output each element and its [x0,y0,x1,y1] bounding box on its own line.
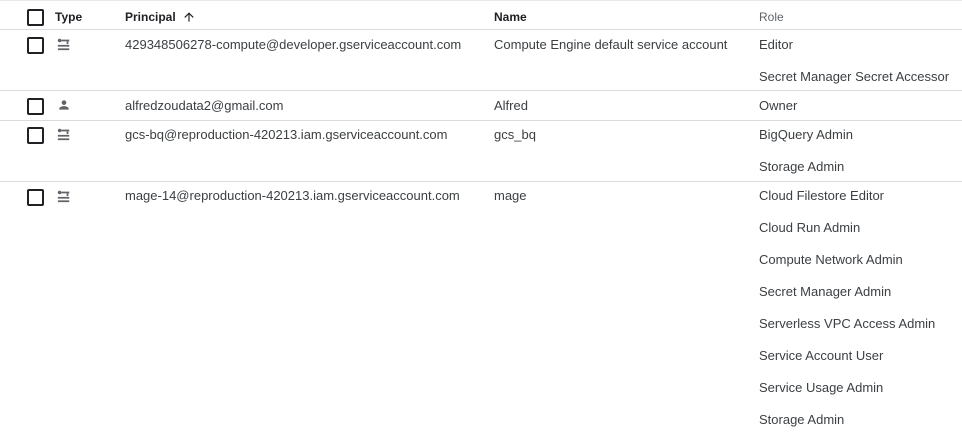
service-account-icon [57,128,70,141]
column-header-principal-label: Principal [125,10,176,24]
principal-email: mage-14@reproduction-420213.iam.gservice… [125,188,460,203]
role-item: Secret Manager Secret Accessor [759,69,950,84]
service-account-icon [57,190,70,203]
principal-name: Alfred [494,98,528,113]
role-item: Cloud Filestore Editor [759,188,884,203]
row-checkbox[interactable] [27,127,44,144]
iam-permissions-table: Type Principal Name Role 429348506278-co… [0,0,962,433]
table-row: alfredzoudata2@gmail.com Alfred Owner [0,91,962,121]
role-item: Service Usage Admin [759,380,884,395]
role-item: Owner [759,98,798,113]
principal-name: gcs_bq [494,127,536,142]
column-header-role: Role [759,10,784,24]
row-checkbox[interactable] [27,37,44,54]
principal-email: alfredzoudata2@gmail.com [125,98,284,113]
role-item: Storage Admin [759,412,845,427]
role-item: Storage Admin [759,159,845,174]
arrow-upward-icon[interactable] [182,10,196,24]
column-header-type[interactable]: Type [55,9,82,25]
role-item: BigQuery Admin [759,127,853,142]
principal-name: mage [494,188,527,203]
column-header-name[interactable]: Name [494,9,527,25]
role-item: Secret Manager Admin [759,284,892,299]
person-icon [59,100,69,110]
column-header-principal[interactable]: Principal [125,9,196,25]
table-row: mage-14@reproduction-420213.iam.gservice… [0,182,962,433]
role-item: Cloud Run Admin [759,220,861,235]
role-item: Editor [759,37,793,52]
table-header: Type Principal Name Role [0,0,962,30]
table-row: 429348506278-compute@developer.gservicea… [0,30,962,91]
principal-name: Compute Engine default service account [494,37,728,52]
principal-email: gcs-bq@reproduction-420213.iam.gservicea… [125,127,448,142]
role-item: Serverless VPC Access Admin [759,316,936,331]
service-account-icon [57,38,70,51]
select-all-checkbox[interactable] [27,9,44,26]
row-checkbox[interactable] [27,189,44,206]
table-row: gcs-bq@reproduction-420213.iam.gservicea… [0,121,962,182]
principal-email: 429348506278-compute@developer.gservicea… [125,37,462,52]
role-item: Compute Network Admin [759,252,903,267]
row-checkbox[interactable] [27,98,44,115]
role-item: Service Account User [759,348,884,363]
